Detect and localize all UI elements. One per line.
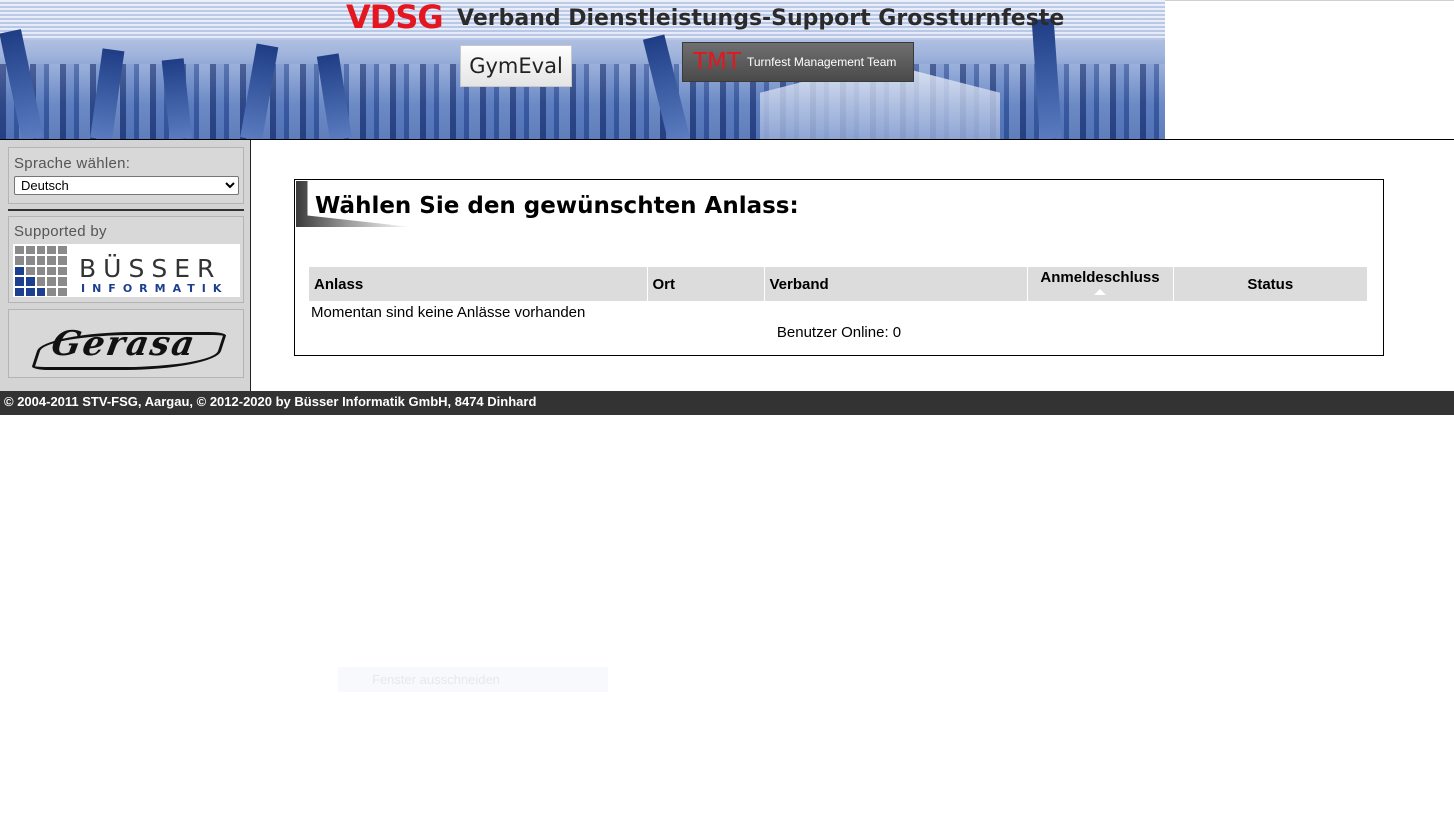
gymeval-logo[interactable]: GymEval: [460, 45, 572, 87]
events-table: Anlass Ort Verband Anmeldeschluss Status: [309, 267, 1367, 301]
language-label: Sprache wählen:: [14, 155, 131, 172]
table-header-row: Anlass Ort Verband Anmeldeschluss Status: [309, 267, 1367, 301]
column-header-status[interactable]: Status: [1173, 267, 1367, 301]
column-header-anmeldeschluss-label: Anmeldeschluss: [1040, 269, 1160, 286]
column-header-anmeldeschluss[interactable]: Anmeldeschluss: [1027, 267, 1174, 301]
sidebar: Sprache wählen: Deutsch Supported by BÜS…: [0, 140, 251, 391]
tmt-logo[interactable]: TMT Turnfest Management Team: [682, 42, 914, 82]
page-title: Wählen Sie den gewünschten Anlass:: [315, 193, 799, 219]
sort-ascending-icon: [1094, 289, 1106, 295]
column-header-verband[interactable]: Verband: [764, 267, 1028, 301]
language-box: Sprache wählen: Deutsch: [8, 147, 244, 204]
top-border-line: [1165, 0, 1454, 1]
supported-by-box: Supported by BÜSSER INFORMATIK: [8, 216, 244, 303]
supported-by-label: Supported by: [14, 223, 107, 240]
busser-informatik-logo[interactable]: BÜSSER INFORMATIK: [13, 244, 240, 297]
gerasa-logo[interactable]: Gerasa: [29, 320, 228, 370]
vdsg-logo: VDSG: [346, 0, 444, 36]
gerasa-text: Gerasa: [48, 324, 200, 364]
gerasa-box: Gerasa: [8, 309, 244, 378]
empty-events-message: Momentan sind keine Anlässe vorhanden: [311, 304, 586, 321]
column-header-anlass[interactable]: Anlass: [309, 267, 648, 301]
busser-name: BÜSSER: [79, 254, 222, 283]
busser-grid-icon: [15, 246, 67, 296]
language-select[interactable]: Deutsch: [14, 176, 239, 195]
faded-tooltip: Fenster ausschneiden: [338, 667, 608, 692]
tmt-mark: TMT: [693, 49, 741, 75]
footer-copyright: © 2004-2011 STV-FSG, Aargau, © 2012-2020…: [0, 391, 1454, 415]
sidebar-divider: [8, 209, 244, 211]
busser-subtitle: INFORMATIK: [81, 282, 229, 295]
users-online-count: Benutzer Online: 0: [776, 324, 902, 341]
column-header-ort[interactable]: Ort: [647, 267, 765, 301]
banner-title: Verband Dienstleistungs-Support Grosstur…: [457, 6, 1065, 31]
event-selection-panel: Wählen Sie den gewünschten Anlass: Anlas…: [294, 179, 1384, 356]
tmt-text: Turnfest Management Team: [746, 55, 897, 69]
header-banner: VDSG Verband Dienstleistungs-Support Gro…: [0, 0, 1165, 139]
